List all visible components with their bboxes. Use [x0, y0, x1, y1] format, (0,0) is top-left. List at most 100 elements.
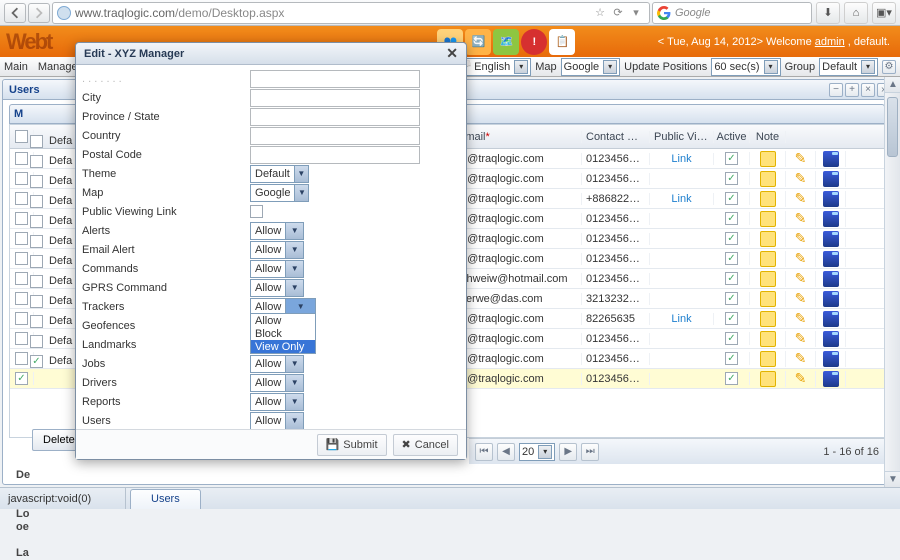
note-icon[interactable] — [760, 191, 776, 207]
row-checkbox-left[interactable] — [30, 235, 43, 248]
row-checkbox[interactable] — [15, 272, 28, 285]
col-publicview[interactable]: Public View — [650, 131, 714, 143]
active-checkbox[interactable] — [725, 172, 738, 185]
edit-icon[interactable]: ✎ — [793, 331, 809, 347]
map-icon[interactable]: 🗺️ — [493, 29, 519, 55]
device-icon[interactable] — [823, 211, 839, 227]
note-icon[interactable] — [760, 331, 776, 347]
row-checkbox[interactable] — [15, 312, 28, 325]
select-drivers[interactable]: Allow▼ — [250, 374, 304, 392]
dialog-titlebar[interactable]: Edit - XYZ Manager ✕ — [76, 43, 466, 65]
select-gprs[interactable]: Allow▼ — [250, 279, 304, 297]
submit-button[interactable]: 💾Submit — [317, 434, 387, 456]
select-map[interactable]: Google▼ — [250, 184, 309, 202]
note-icon[interactable] — [760, 311, 776, 327]
calendar-icon[interactable]: 📋 — [549, 29, 575, 55]
download-icon[interactable]: ⬇ — [816, 2, 840, 24]
col-contact[interactable]: Contact Numb — [582, 131, 650, 143]
edit-icon[interactable]: ✎ — [793, 171, 809, 187]
input-city[interactable] — [250, 89, 420, 107]
page-first[interactable]: ⏮ — [475, 443, 493, 461]
active-checkbox[interactable] — [725, 332, 738, 345]
note-icon[interactable] — [760, 211, 776, 227]
forward-button[interactable] — [28, 3, 50, 23]
user-link[interactable]: admin — [815, 36, 845, 48]
note-icon[interactable] — [760, 231, 776, 247]
select-commands[interactable]: Allow▼ — [250, 260, 304, 278]
scroll-thumb[interactable] — [887, 97, 898, 157]
edit-icon[interactable]: ✎ — [793, 211, 809, 227]
back-button[interactable] — [4, 3, 26, 23]
row-checkbox-left[interactable] — [30, 275, 43, 288]
note-icon[interactable] — [760, 171, 776, 187]
menu-manage[interactable]: Manage — [38, 61, 78, 73]
browser-search[interactable]: Google — [652, 2, 812, 24]
row-checkbox[interactable] — [15, 212, 28, 225]
row-checkbox-left[interactable] — [30, 335, 43, 348]
note-icon[interactable] — [760, 291, 776, 307]
device-icon[interactable] — [823, 331, 839, 347]
option-block[interactable]: Block — [251, 327, 315, 340]
update-select[interactable]: 60 sec(s)▾ — [711, 58, 780, 76]
dialog-close-icon[interactable]: ✕ — [446, 45, 458, 62]
row-checkbox-left[interactable] — [30, 195, 43, 208]
scroll-down-icon[interactable]: ▼ — [885, 471, 900, 487]
page-last[interactable]: ⏭ — [581, 443, 599, 461]
alert-icon[interactable]: ! — [521, 29, 547, 55]
device-icon[interactable] — [823, 231, 839, 247]
active-checkbox[interactable] — [725, 292, 738, 305]
active-checkbox[interactable] — [725, 352, 738, 365]
active-checkbox[interactable] — [725, 192, 738, 205]
row-checkbox-left[interactable] — [30, 255, 43, 268]
home-icon[interactable]: ⌂ — [844, 2, 868, 24]
row-checkbox[interactable] — [15, 192, 28, 205]
select-reports[interactable]: Allow▼ — [250, 393, 304, 411]
feed-icon[interactable]: ☆ — [591, 4, 609, 22]
col-active[interactable]: Active — [714, 131, 750, 143]
row-checkbox[interactable] — [15, 372, 28, 385]
edit-icon[interactable]: ✎ — [793, 311, 809, 327]
reload-icon[interactable]: ⟳ — [609, 4, 627, 22]
device-icon[interactable] — [823, 371, 839, 387]
active-checkbox[interactable] — [725, 312, 738, 325]
row-checkbox-left[interactable] — [30, 315, 43, 328]
active-checkbox[interactable] — [725, 212, 738, 225]
edit-icon[interactable]: ✎ — [793, 291, 809, 307]
device-icon[interactable] — [823, 311, 839, 327]
bookmarks-icon[interactable]: ▣▾ — [872, 2, 896, 24]
select-jobs[interactable]: Allow▼ — [250, 355, 304, 373]
checkbox-pvl[interactable] — [250, 205, 263, 218]
menu-main[interactable]: Main — [4, 61, 28, 73]
edit-icon[interactable]: ✎ — [793, 151, 809, 167]
input-province[interactable] — [250, 108, 420, 126]
row-checkbox[interactable] — [15, 252, 28, 265]
option-viewonly[interactable]: View Only — [251, 340, 315, 353]
public-view-link[interactable]: Link — [671, 193, 691, 205]
device-icon[interactable] — [823, 151, 839, 167]
select-emailalert[interactable]: Allow▼ — [250, 241, 304, 259]
edit-icon[interactable]: ✎ — [793, 231, 809, 247]
note-icon[interactable] — [760, 351, 776, 367]
row-checkbox[interactable] — [15, 332, 28, 345]
close-panel-icon[interactable]: × — [861, 83, 875, 97]
row-checkbox-left[interactable] — [30, 295, 43, 308]
active-checkbox[interactable] — [725, 252, 738, 265]
note-icon[interactable] — [760, 371, 776, 387]
active-checkbox[interactable] — [725, 272, 738, 285]
tab-users[interactable]: Users — [9, 84, 40, 96]
public-view-link[interactable]: Link — [671, 313, 691, 325]
url-bar[interactable]: www.traqlogic.com/demo/Desktop.aspx ☆ ⟳ … — [52, 2, 650, 24]
row-checkbox[interactable] — [15, 152, 28, 165]
input-address[interactable] — [250, 70, 420, 88]
row-checkbox-left[interactable] — [30, 355, 43, 368]
device-icon[interactable] — [823, 191, 839, 207]
active-checkbox[interactable] — [725, 152, 738, 165]
row-checkbox-left[interactable] — [30, 215, 43, 228]
public-view-link[interactable]: Link — [671, 153, 691, 165]
edit-icon[interactable]: ✎ — [793, 191, 809, 207]
stop-icon[interactable]: ▾ — [627, 4, 645, 22]
input-country[interactable] — [250, 127, 420, 145]
note-icon[interactable] — [760, 251, 776, 267]
row-checkbox-left[interactable] — [30, 135, 43, 148]
row-checkbox-left[interactable] — [30, 155, 43, 168]
